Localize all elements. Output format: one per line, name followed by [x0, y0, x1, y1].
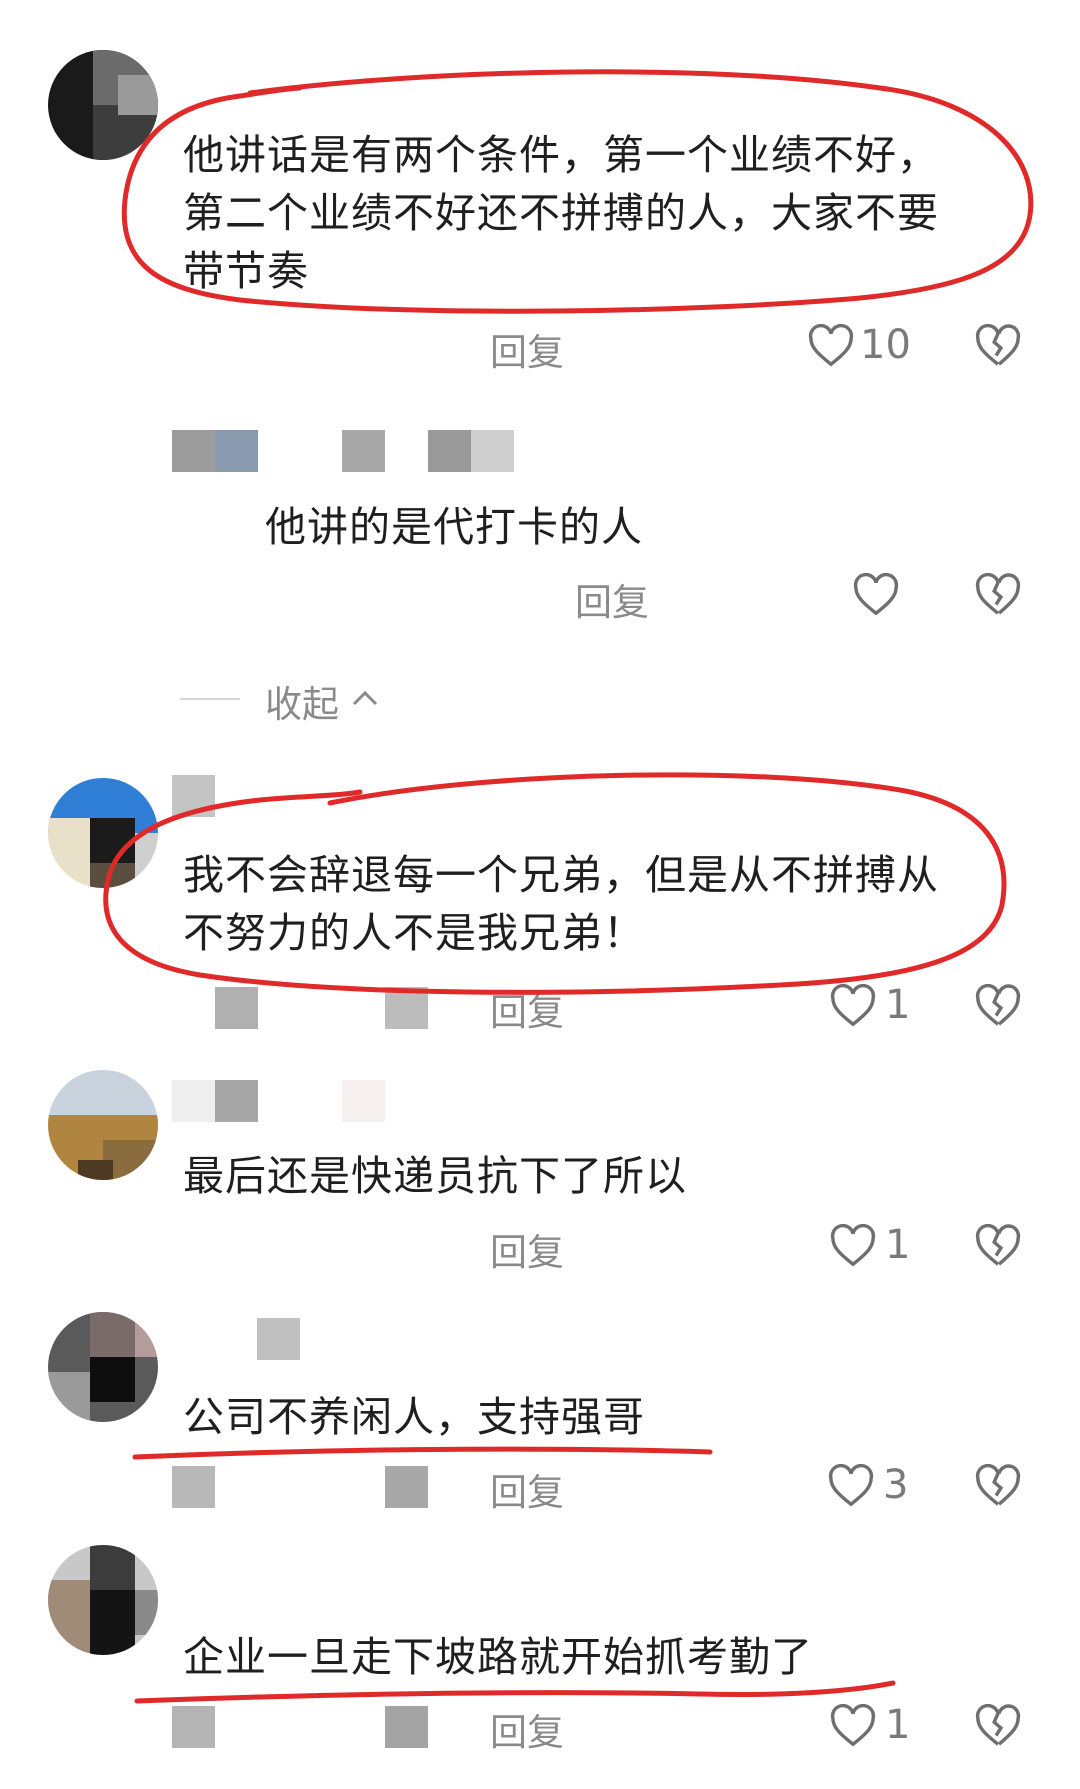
- username: [342, 430, 385, 472]
- broken-heart-icon[interactable]: [975, 573, 1021, 617]
- heart-outline-icon[interactable]: [853, 573, 899, 617]
- comment-text: 公司不养闲人，支持强哥: [183, 1393, 645, 1441]
- broken-heart-icon[interactable]: [975, 1704, 1021, 1748]
- like-count: 3: [883, 1462, 909, 1508]
- username: [172, 430, 258, 472]
- chevron-up-icon[interactable]: [350, 688, 380, 708]
- location: [385, 987, 428, 1029]
- comment-text: 最后还是快递员抗下了所以: [183, 1152, 687, 1200]
- broken-heart-icon[interactable]: [975, 984, 1021, 1028]
- broken-heart-icon[interactable]: [975, 1224, 1021, 1268]
- heart-outline-icon[interactable]: [828, 1464, 874, 1508]
- username: [428, 430, 514, 472]
- comment-text: 他讲的是代打卡的人: [265, 503, 643, 551]
- location: [385, 1466, 428, 1508]
- like-count: 10: [860, 322, 911, 368]
- comment-text: 我不会辞退每一个兄弟，但是从不拼搏从 不努力的人不是我兄弟！: [183, 851, 939, 957]
- reply-button[interactable]: 回复: [490, 322, 564, 376]
- username: [257, 1318, 300, 1360]
- timestamp: [215, 987, 258, 1029]
- username: [172, 775, 215, 817]
- reply-button[interactable]: 回复: [490, 1702, 564, 1756]
- reply-button[interactable]: 回复: [575, 572, 649, 626]
- username: [172, 1080, 258, 1122]
- divider: [180, 698, 240, 700]
- comment-text: 企业一旦走下坡路就开始抓考勤了: [183, 1633, 813, 1681]
- avatar[interactable]: [48, 1312, 158, 1422]
- like-count: 1: [885, 1702, 911, 1748]
- like-count: 1: [885, 1222, 911, 1268]
- avatar[interactable]: [48, 1545, 158, 1655]
- heart-outline-icon[interactable]: [830, 1224, 876, 1268]
- reply-button[interactable]: 回复: [490, 1222, 564, 1276]
- timestamp: [172, 1466, 215, 1508]
- reply-button[interactable]: 回复: [490, 982, 564, 1036]
- broken-heart-icon[interactable]: [975, 324, 1021, 368]
- comment-text: 他讲话是有两个条件，第一个业绩不好， 第二个业绩不好还不拼搏的人，大家不要 带节…: [183, 131, 939, 295]
- avatar[interactable]: [48, 778, 158, 888]
- avatar[interactable]: [48, 1070, 158, 1180]
- username: [342, 1080, 385, 1122]
- broken-heart-icon[interactable]: [975, 1464, 1021, 1508]
- like-count: 1: [885, 982, 911, 1028]
- reply-button[interactable]: 回复: [490, 1462, 564, 1516]
- avatar[interactable]: [48, 50, 158, 160]
- location: [385, 1706, 428, 1748]
- heart-outline-icon[interactable]: [830, 984, 876, 1028]
- heart-outline-icon[interactable]: [830, 1704, 876, 1748]
- timestamp: [172, 1706, 215, 1748]
- annotation-underline: [132, 1446, 713, 1460]
- collapse-label[interactable]: 收起: [265, 674, 339, 728]
- heart-outline-icon[interactable]: [808, 324, 854, 368]
